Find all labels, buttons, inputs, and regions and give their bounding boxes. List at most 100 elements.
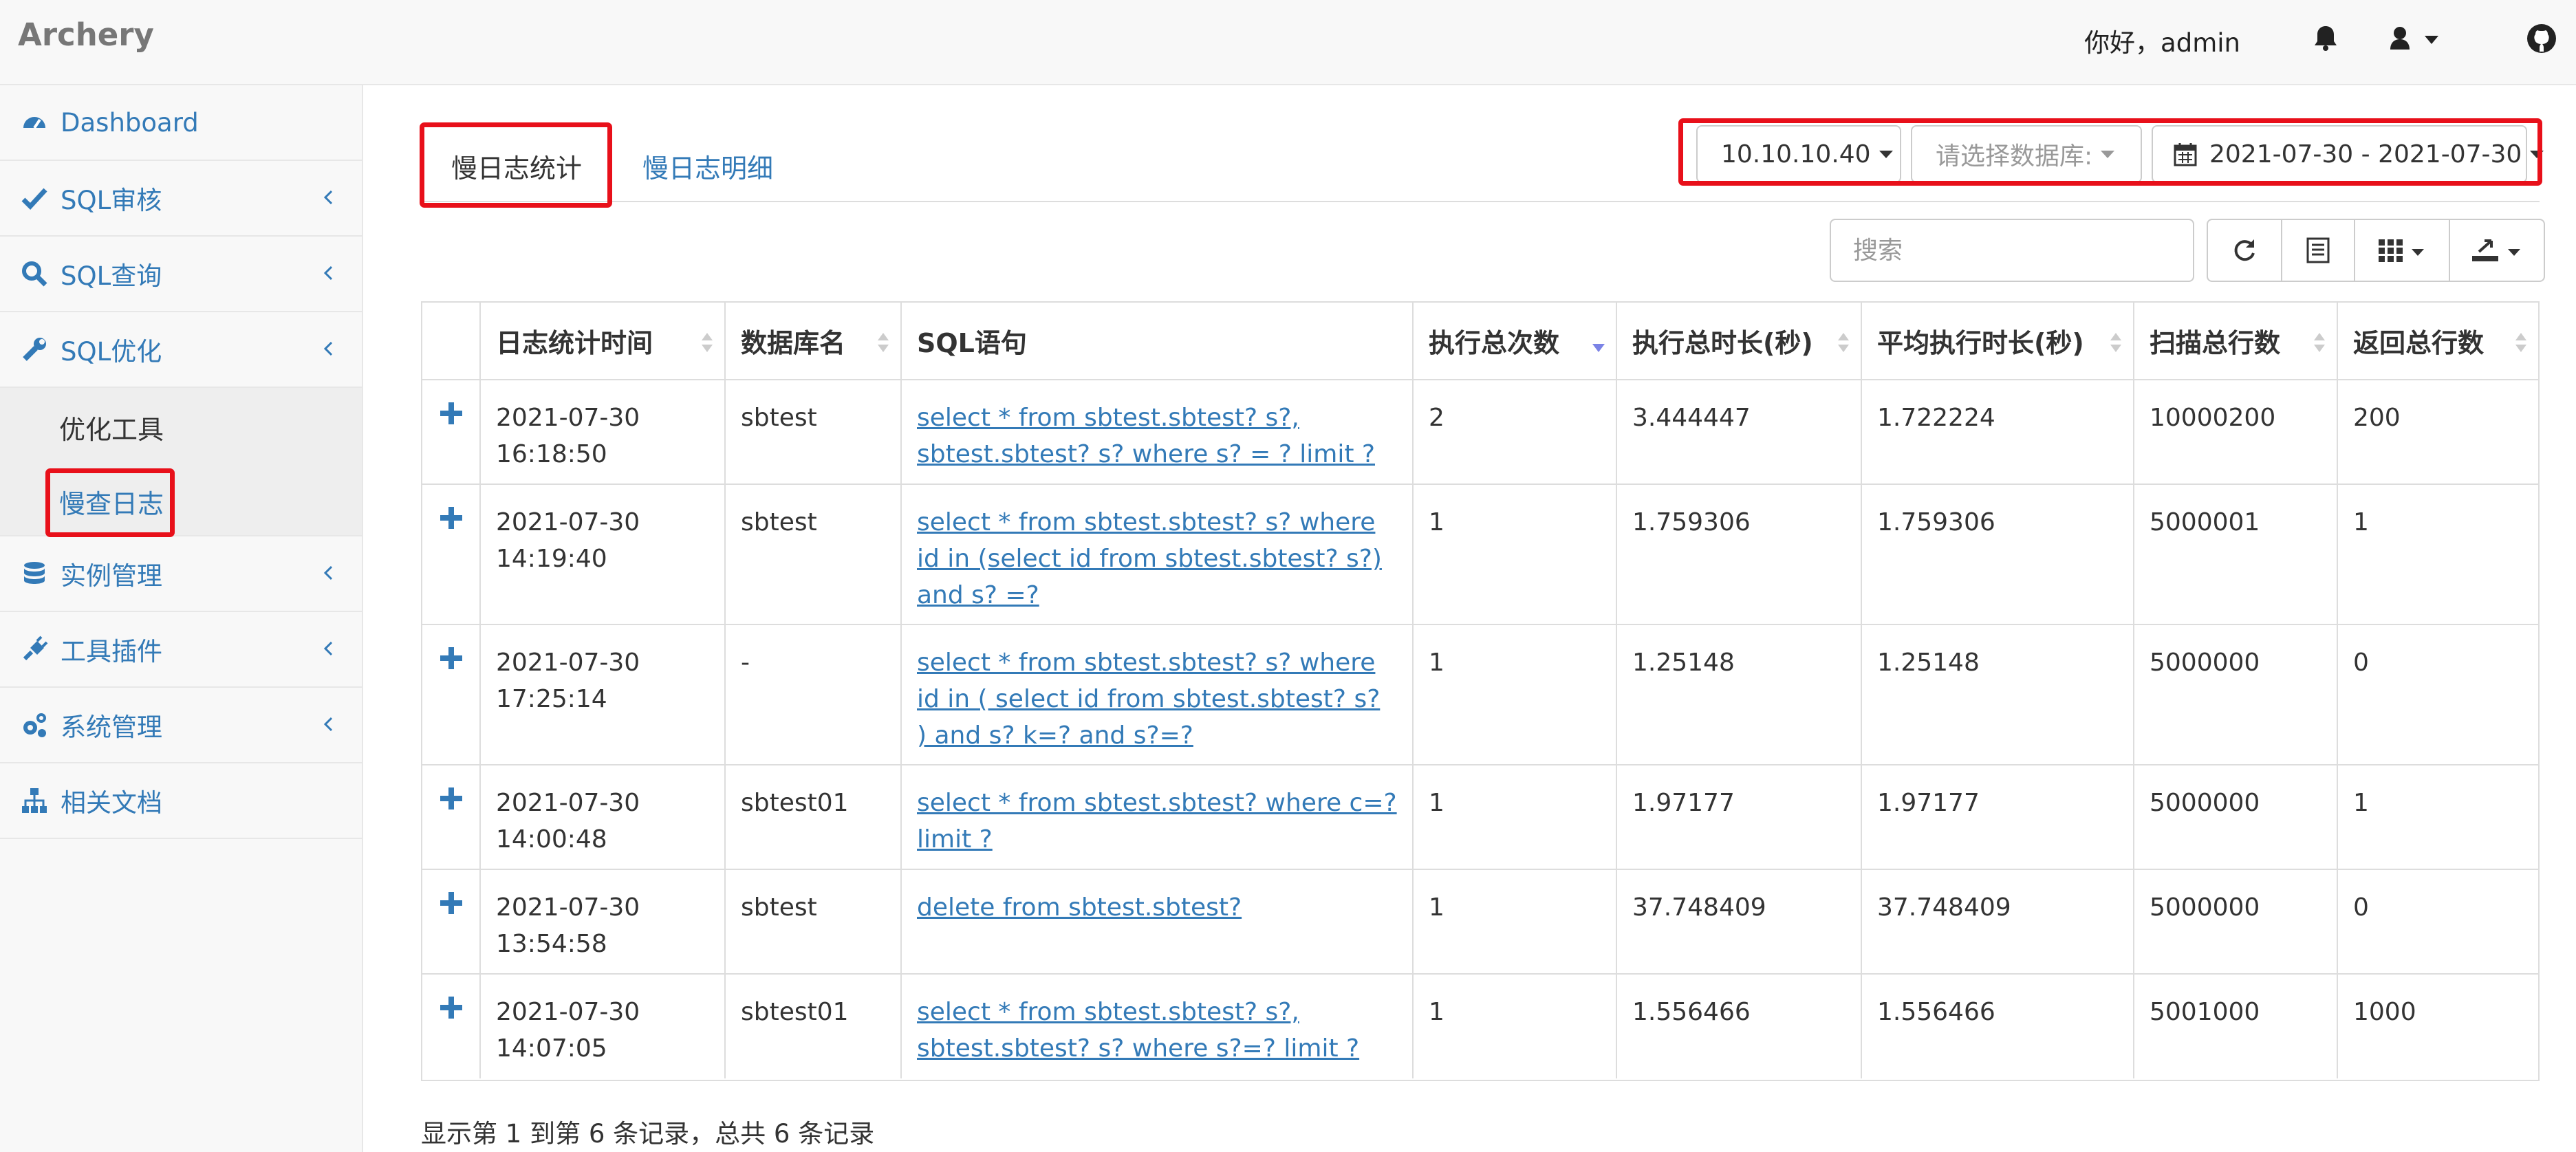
- column-header[interactable]: 扫描总行数: [2133, 303, 2338, 380]
- chevron-left-icon: [323, 265, 333, 281]
- user-greeting: 你好，admin: [2084, 28, 2240, 58]
- sql-link[interactable]: select * from sbtest.sbtest? s? where id…: [917, 649, 1380, 750]
- cell-total-time: 1.97177: [1616, 764, 1862, 870]
- column-header: SQL语句: [900, 303, 1414, 380]
- sidebar-item-system[interactable]: 系统管理: [0, 688, 362, 763]
- column-header[interactable]: 执行总时长(秒): [1616, 303, 1862, 380]
- table-row: 2021-07-30 13:54:58 sbtest delete from sb…: [422, 869, 2538, 975]
- cell-avg-time: 1.25148: [1861, 624, 2134, 765]
- chevron-left-icon: [323, 190, 333, 205]
- list-view-icon: [2306, 237, 2330, 263]
- chevron-left-icon: [323, 717, 333, 732]
- cell-avg-time: 37.748409: [1861, 869, 2134, 975]
- expand-cell[interactable]: [422, 869, 481, 975]
- sidebar-item-instance[interactable]: 实例管理: [0, 536, 362, 612]
- column-header-label: 平均执行时长(秒): [1877, 328, 2084, 358]
- time-clock: 16:18:50: [496, 440, 607, 468]
- sidebar-item-plugins[interactable]: 工具插件: [0, 612, 362, 688]
- expand-cell[interactable]: [422, 764, 481, 870]
- table-row: 2021-07-30 14:07:05 sbtest01 select * fro…: [422, 973, 2538, 1078]
- cell-sql: select * from sbtest.sbtest? s? where id…: [900, 483, 1414, 625]
- sort-icon: [2515, 333, 2526, 352]
- table-row: 2021-07-30 14:19:40 sbtest select * from …: [422, 483, 2538, 625]
- cell-sql: select * from sbtest.sbtest? where c=? l…: [900, 764, 1414, 870]
- cell-rows-returned: 1: [2337, 483, 2538, 625]
- plug-icon: [23, 635, 48, 661]
- refresh-button[interactable]: [2207, 219, 2282, 282]
- plus-icon[interactable]: [437, 400, 465, 427]
- column-header[interactable]: 平均执行时长(秒): [1861, 303, 2134, 380]
- table-row: 2021-07-30 16:18:50 sbtest select * from …: [422, 379, 2538, 485]
- cell-exec-count: 1: [1412, 973, 1617, 1078]
- sort-icon: [2110, 333, 2121, 352]
- sidebar-item-sql-optimize[interactable]: SQL优化: [0, 312, 362, 388]
- time-clock: 17:25:14: [496, 685, 607, 713]
- sidebar-item-label: SQL查询: [61, 261, 162, 291]
- sql-link[interactable]: select * from sbtest.sbtest? s?, sbtest.…: [917, 404, 1375, 468]
- cell-rows-returned: 200: [2337, 379, 2538, 485]
- sidebar-item-label: 工具插件: [61, 637, 162, 666]
- time-date: 2021-07-30: [496, 404, 640, 432]
- database-icon: [24, 562, 45, 584]
- column-header-label: 执行总次数: [1429, 328, 1560, 358]
- expand-cell[interactable]: [422, 379, 481, 485]
- plus-icon[interactable]: [437, 889, 465, 917]
- column-header[interactable]: 返回总行数: [2337, 303, 2538, 380]
- cell-rows-returned: 1: [2337, 764, 2538, 870]
- bell-icon[interactable]: [2309, 22, 2342, 55]
- expand-cell[interactable]: [422, 483, 481, 625]
- sql-link[interactable]: select * from sbtest.sbtest? s?, sbtest.…: [917, 998, 1359, 1063]
- plus-icon[interactable]: [437, 504, 465, 532]
- plus-icon[interactable]: [437, 994, 465, 1021]
- sidebar-item-label: 相关文档: [61, 788, 162, 818]
- slow-log-table: 日志统计时间 数据库名 SQL语句 执行总次数 执行总时长(秒) 平均执行时长(…: [421, 301, 2540, 1081]
- column-header[interactable]: 数据库名: [724, 303, 902, 380]
- plus-icon[interactable]: [437, 785, 465, 812]
- github-icon[interactable]: [2525, 22, 2558, 55]
- expand-cell[interactable]: [422, 624, 481, 765]
- sidebar-item-sql-review[interactable]: SQL审核: [0, 161, 362, 237]
- sidebar-item-docs[interactable]: 相关文档: [0, 763, 362, 839]
- column-header[interactable]: 日志统计时间: [479, 303, 726, 380]
- tab-slow-log-detail[interactable]: 慢日志明细: [642, 147, 773, 185]
- cell-avg-time: 1.759306: [1861, 483, 2134, 625]
- sql-link[interactable]: select * from sbtest.sbtest? where c=? l…: [917, 789, 1397, 854]
- cell-total-time: 1.25148: [1616, 624, 1862, 765]
- column-header[interactable]: 执行总次数: [1412, 303, 1617, 380]
- sidebar-item-label: Dashboard: [61, 107, 199, 138]
- table-row: 2021-07-30 17:25:14 - select * from sbtes…: [422, 624, 2538, 765]
- toggle-view-button[interactable]: [2281, 219, 2355, 282]
- cell-time: 2021-07-30 14:07:05: [479, 973, 726, 1078]
- expand-cell[interactable]: [422, 973, 481, 1078]
- cell-sql: select * from sbtest.sbtest? s? where id…: [900, 624, 1414, 765]
- sidebar-item-label: 实例管理: [61, 561, 162, 591]
- time-date: 2021-07-30: [496, 893, 640, 922]
- table-row: 2021-07-30 14:00:48 sbtest01 select * fro…: [422, 764, 2538, 870]
- sql-link[interactable]: delete from sbtest.sbtest?: [917, 893, 1242, 922]
- cell-rows-scanned: 5001000: [2133, 973, 2338, 1078]
- columns-button[interactable]: [2354, 219, 2450, 282]
- cell-rows-scanned: 5000000: [2133, 869, 2338, 975]
- search-input[interactable]: [1830, 219, 2194, 282]
- brand-logo[interactable]: Archery: [18, 17, 154, 53]
- sidebar-subitem-optimize-tool[interactable]: 优化工具: [59, 409, 164, 446]
- time-clock: 14:07:05: [496, 1034, 607, 1063]
- cell-exec-count: 1: [1412, 483, 1617, 625]
- time-date: 2021-07-30: [496, 508, 640, 536]
- sql-link[interactable]: select * from sbtest.sbtest? s? where id…: [917, 508, 1382, 609]
- cell-time: 2021-07-30 14:19:40: [479, 483, 726, 625]
- export-button[interactable]: [2449, 219, 2545, 282]
- cell-sql: select * from sbtest.sbtest? s?, sbtest.…: [900, 973, 1414, 1078]
- cell-total-time: 3.444447: [1616, 379, 1862, 485]
- plus-icon[interactable]: [437, 644, 465, 672]
- sidebar-item-dashboard[interactable]: Dashboard: [0, 85, 362, 161]
- column-header-expand: [422, 303, 481, 380]
- time-clock: 14:00:48: [496, 825, 607, 854]
- cell-database: sbtest: [724, 483, 902, 625]
- user-menu-icon[interactable]: [2385, 22, 2447, 55]
- column-header-label: 数据库名: [741, 328, 846, 358]
- cell-rows-returned: 0: [2337, 869, 2538, 975]
- cell-rows-scanned: 5000001: [2133, 483, 2338, 625]
- sidebar-item-sql-query[interactable]: SQL查询: [0, 237, 362, 312]
- cell-time: 2021-07-30 17:25:14: [479, 624, 726, 765]
